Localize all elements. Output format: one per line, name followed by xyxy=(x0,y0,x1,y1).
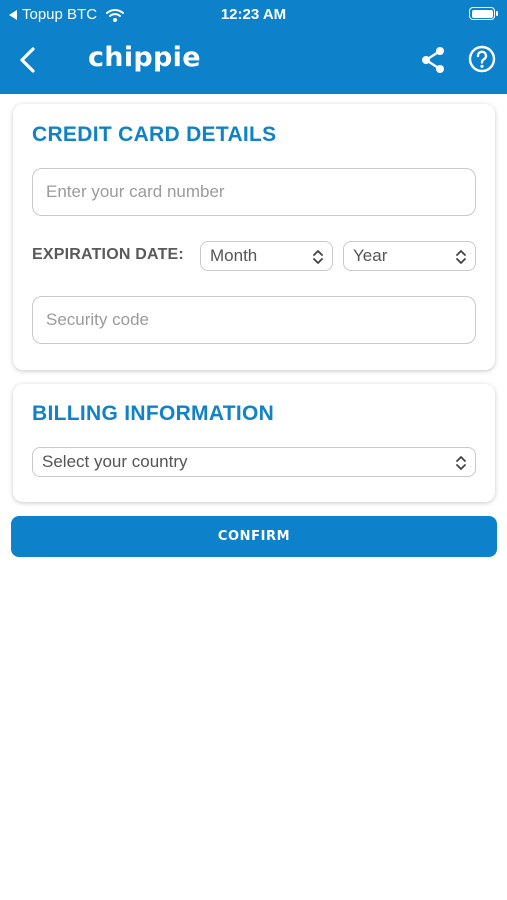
select-chevron-icon xyxy=(456,456,466,470)
select-chevron-icon xyxy=(313,250,323,264)
country-select-value: Select your country xyxy=(42,452,188,471)
app-header: Topup BTC 12:23 AM chippie xyxy=(0,0,507,94)
billing-information-title: BILLING INFORMATION xyxy=(32,402,275,425)
expiration-date-label: EXPIRATION DATE: xyxy=(32,246,184,263)
credit-card-details-card: CREDIT CARD DETAILS Enter your card numb… xyxy=(13,104,495,370)
month-select[interactable]: Month xyxy=(200,241,333,271)
status-bar: Topup BTC 12:23 AM xyxy=(0,0,507,28)
share-icon[interactable] xyxy=(420,46,446,74)
battery-icon xyxy=(469,7,498,20)
credit-card-details-title: CREDIT CARD DETAILS xyxy=(32,123,277,146)
select-chevron-icon xyxy=(456,250,466,264)
nav-bar: chippie xyxy=(0,36,507,84)
card-number-input[interactable]: Enter your card number xyxy=(32,168,476,216)
year-select[interactable]: Year xyxy=(343,241,476,271)
card-number-placeholder: Enter your card number xyxy=(46,182,225,201)
security-code-placeholder: Security code xyxy=(46,310,149,329)
chippie-logo: chippie xyxy=(88,42,201,73)
help-icon[interactable] xyxy=(468,45,496,73)
confirm-button[interactable]: CONFIRM xyxy=(11,516,497,557)
billing-information-card: BILLING INFORMATION Select your country xyxy=(13,384,495,502)
month-select-value: Month xyxy=(210,246,258,265)
country-select[interactable]: Select your country xyxy=(32,447,476,477)
security-code-input[interactable]: Security code xyxy=(32,296,476,344)
status-time: 12:23 AM xyxy=(220,6,287,23)
year-select-value: Year xyxy=(353,246,388,265)
back-chevron-icon[interactable] xyxy=(12,44,44,76)
